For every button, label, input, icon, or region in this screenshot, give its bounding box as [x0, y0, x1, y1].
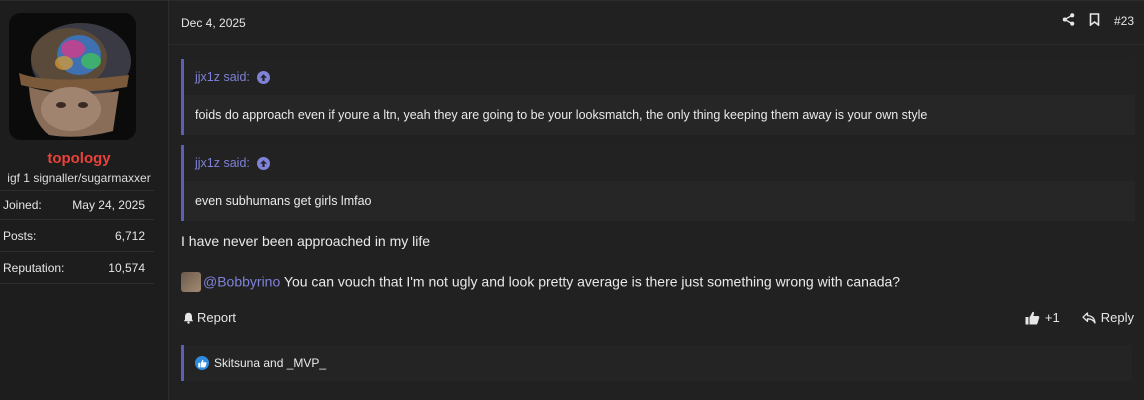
- bookmark-icon[interactable]: [1089, 13, 1100, 29]
- share-icon[interactable]: [1062, 13, 1075, 29]
- post-main: Dec 4, 2025 #23 jjx1z said: foids do app…: [169, 1, 1144, 400]
- stat-value: 6,712: [114, 228, 145, 243]
- message-line: @Bobbyrino You can vouch that I'm not ug…: [181, 272, 901, 293]
- user-title: igf 1 signaller/sugarmaxxer: [7, 171, 151, 185]
- post-footer-actions: +1 Reply: [1025, 310, 1134, 325]
- like-button[interactable]: +1: [1025, 310, 1060, 325]
- username[interactable]: topology: [0, 150, 158, 167]
- report-button[interactable]: Report: [183, 310, 236, 325]
- quote-body: even subhumans get girls lmfao: [184, 181, 1135, 221]
- quote-header: jjx1z said:: [184, 59, 1135, 95]
- header-divider: [169, 44, 1144, 45]
- quote-block: jjx1z said: even subhumans get girls lmf…: [181, 145, 1135, 221]
- avatar[interactable]: [9, 13, 136, 140]
- reply-label: Reply: [1100, 310, 1134, 325]
- brain-scan-avatar-icon: [9, 13, 136, 140]
- quote-body: foids do approach even if youre a ltn, y…: [184, 95, 1135, 135]
- stat-value: 10,574: [108, 260, 145, 275]
- message-line: I have never been approached in my life: [181, 233, 431, 249]
- reply-button[interactable]: Reply: [1082, 310, 1134, 325]
- post-number[interactable]: #23: [1114, 14, 1134, 28]
- stat-row-joined: Joined: May 24, 2025: [0, 191, 154, 220]
- user-info-column: topology igf 1 signaller/sugarmaxxer Joi…: [0, 1, 169, 400]
- reactions-bar[interactable]: Skitsuna and _MVP_: [181, 345, 1132, 381]
- report-label: Report: [197, 310, 237, 325]
- quote-author[interactable]: jjx1z said:: [195, 156, 250, 170]
- message-text: You can vouch that I'm not ugly and look…: [283, 273, 901, 290]
- user-mention-link[interactable]: @Bobbyrino: [203, 274, 280, 290]
- post-date[interactable]: Dec 4, 2025: [181, 16, 246, 30]
- stat-row-reputation: Reputation: 10,574: [0, 252, 154, 284]
- like-reaction-icon: [195, 356, 209, 370]
- stat-label: Reputation:: [3, 260, 65, 275]
- quote-block: jjx1z said: foids do approach even if yo…: [181, 59, 1135, 135]
- mention-avatar: [181, 272, 201, 292]
- reactions-text[interactable]: Skitsuna and _MVP_: [214, 356, 326, 370]
- like-count: +1: [1044, 310, 1060, 325]
- stat-value: May 24, 2025: [72, 198, 145, 212]
- forum-post: topology igf 1 signaller/sugarmaxxer Joi…: [0, 0, 1144, 400]
- thumbs-up-icon: [1025, 311, 1040, 324]
- reply-icon: [1082, 311, 1096, 324]
- stat-row-posts: Posts: 6,712: [0, 220, 154, 252]
- user-stats: Joined: May 24, 2025 Posts: 6,712 Reputa…: [0, 190, 154, 284]
- bell-icon: [183, 312, 194, 324]
- stat-label: Joined:: [3, 198, 42, 212]
- quote-author[interactable]: jjx1z said:: [195, 70, 250, 84]
- post-header-actions: #23: [1062, 13, 1134, 29]
- quote-header: jjx1z said:: [184, 145, 1135, 181]
- stat-label: Posts:: [3, 228, 37, 243]
- arrow-up-icon[interactable]: [256, 156, 270, 170]
- arrow-up-icon[interactable]: [256, 70, 270, 84]
